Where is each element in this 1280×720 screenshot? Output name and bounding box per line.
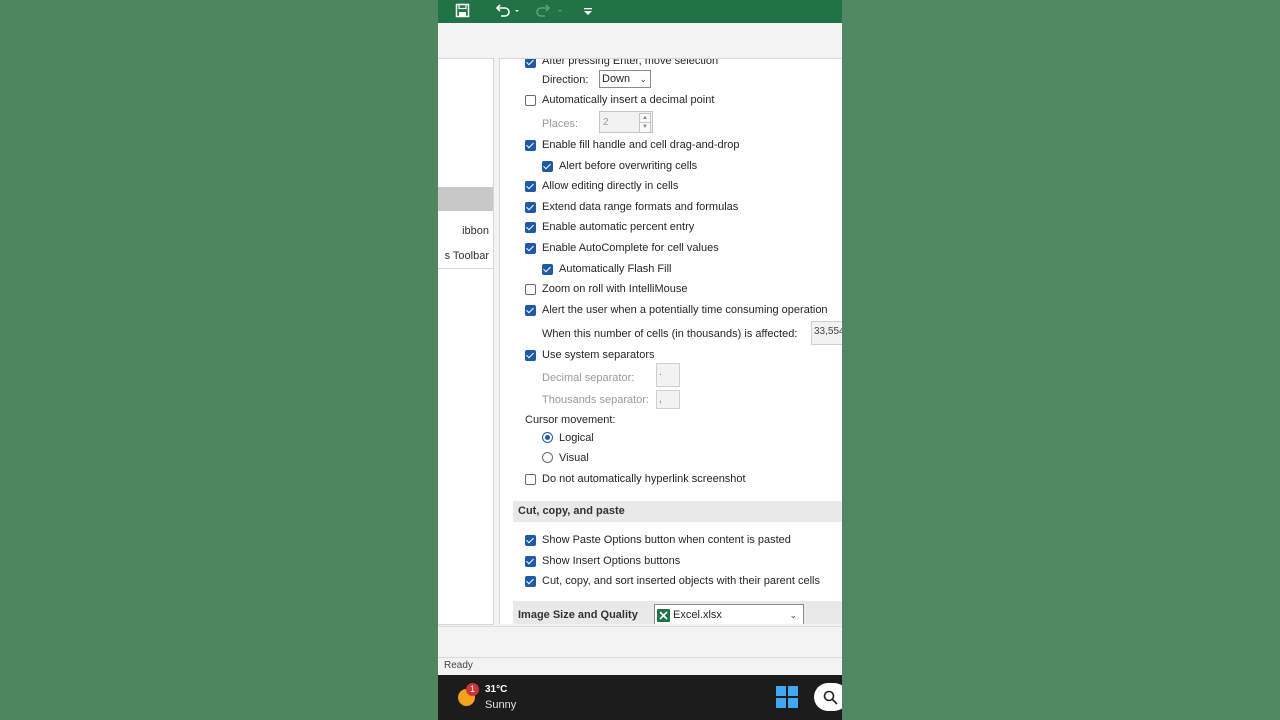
insert-options-label: Show Insert Options buttons — [542, 555, 681, 567]
alert-time-label: Alert the user when a potentially time c… — [542, 304, 828, 316]
windows-taskbar: 1 31°C Sunny — [438, 675, 842, 720]
image-size-file-value: Excel.xlsx — [673, 609, 722, 621]
nav-item-advanced-selected[interactable] — [438, 187, 493, 211]
allow-editing-checkbox[interactable] — [525, 181, 536, 192]
redo-icon[interactable] — [536, 3, 564, 20]
no-hyperlink-checkbox[interactable] — [525, 474, 536, 485]
nav-item-customize-ribbon[interactable]: ibbon — [462, 225, 489, 237]
autocomplete-checkbox[interactable] — [525, 243, 536, 254]
no-hyperlink-label: Do not automatically hyperlink screensho… — [542, 473, 746, 485]
fill-handle-label: Enable fill handle and cell drag-and-dro… — [542, 139, 740, 151]
image-size-file-dropdown[interactable]: Excel.xlsx ⌄ — [654, 604, 804, 624]
ribbon-area — [438, 23, 842, 54]
percent-entry-checkbox[interactable] — [525, 222, 536, 233]
alert-overwrite-checkbox[interactable] — [542, 161, 553, 172]
spin-down-icon[interactable]: ▼ — [639, 122, 651, 133]
direction-dropdown[interactable]: Down ⌄ — [599, 70, 651, 88]
weather-temperature: 31°C — [485, 684, 508, 695]
excel-window: ibbon s Toolbar After pressing Enter, mo… — [438, 0, 842, 720]
background-right — [842, 0, 1280, 720]
auto-decimal-checkbox[interactable] — [525, 95, 536, 106]
extend-formats-label: Extend data range formats and formulas — [542, 201, 739, 213]
direction-label: Direction: — [542, 74, 589, 86]
title-bar — [438, 0, 842, 23]
chevron-down-icon: ⌄ — [789, 610, 797, 620]
percent-entry-label: Enable automatic percent entry — [542, 221, 695, 233]
thousands-separator-input[interactable]: , — [656, 390, 680, 409]
flash-fill-label: Automatically Flash Fill — [559, 263, 672, 275]
cursor-movement-label: Cursor movement: — [525, 414, 616, 426]
alert-time-checkbox[interactable] — [525, 305, 536, 316]
system-separators-checkbox[interactable] — [525, 350, 536, 361]
background-left — [0, 0, 438, 720]
flash-fill-checkbox[interactable] — [542, 264, 553, 275]
zoom-roll-label: Zoom on roll with IntelliMouse — [542, 283, 688, 295]
after-enter-label: After pressing Enter, move selection — [542, 58, 719, 67]
insert-options-checkbox[interactable] — [525, 556, 536, 567]
allow-editing-label: Allow editing directly in cells — [542, 180, 679, 192]
places-value: 2 — [603, 117, 609, 128]
extend-formats-checkbox[interactable] — [525, 202, 536, 213]
options-category-list: ibbon s Toolbar — [438, 58, 494, 625]
logical-radio[interactable] — [542, 432, 553, 443]
alert-overwrite-label: Alert before overwriting cells — [559, 160, 698, 172]
decimal-separator-label: Decimal separator: — [542, 372, 635, 384]
chevron-down-icon: ⌄ — [639, 74, 647, 84]
paste-options-label: Show Paste Options button when content i… — [542, 534, 791, 546]
places-spinner[interactable]: 2 ▲ ▼ — [599, 111, 653, 133]
status-bar: Ready — [438, 657, 842, 675]
search-icon[interactable] — [814, 683, 842, 711]
paste-options-checkbox[interactable] — [525, 535, 536, 546]
cut-copy-paste-section-header: Cut, copy, and paste — [513, 501, 842, 522]
thousands-separator-label: Thousands separator: — [542, 394, 650, 406]
system-separators-label: Use system separators — [542, 349, 655, 361]
visual-radio[interactable] — [542, 452, 553, 463]
after-enter-checkbox[interactable] — [525, 59, 536, 68]
cells-threshold-label: When this number of cells (in thousands)… — [542, 328, 798, 340]
places-label: Places: — [542, 118, 579, 130]
autocomplete-label: Enable AutoComplete for cell values — [542, 242, 719, 254]
image-size-header-label: Image Size and Quality — [518, 609, 638, 621]
nav-divider — [438, 268, 493, 269]
advanced-options-panel: After pressing Enter, move selection Dir… — [499, 58, 842, 624]
weather-condition: Sunny — [485, 699, 517, 711]
zoom-roll-checkbox[interactable] — [525, 284, 536, 295]
sort-objects-checkbox[interactable] — [525, 576, 536, 587]
undo-icon[interactable] — [494, 3, 520, 20]
customize-qat-icon[interactable] — [583, 3, 593, 20]
fill-handle-checkbox[interactable] — [525, 140, 536, 151]
status-text: Ready — [444, 660, 473, 671]
excel-file-icon — [657, 609, 670, 622]
decimal-separator-input[interactable]: . — [656, 363, 680, 387]
notification-badge: 1 — [466, 683, 479, 696]
visual-label: Visual — [559, 452, 589, 464]
excel-options-dialog: ibbon s Toolbar After pressing Enter, mo… — [438, 53, 842, 626]
direction-value: Down — [602, 73, 631, 85]
save-icon[interactable] — [455, 3, 470, 20]
auto-decimal-label: Automatically insert a decimal point — [542, 94, 715, 106]
windows-start-icon[interactable] — [776, 686, 798, 708]
dialog-footer — [438, 626, 842, 659]
cells-threshold-input[interactable]: 33,554 — [811, 321, 842, 345]
nav-item-quick-access-toolbar[interactable]: s Toolbar — [445, 250, 489, 262]
weather-widget[interactable]: 1 31°C Sunny — [456, 683, 546, 715]
sort-objects-label: Cut, copy, and sort inserted objects wit… — [542, 575, 820, 587]
logical-label: Logical — [559, 432, 594, 444]
